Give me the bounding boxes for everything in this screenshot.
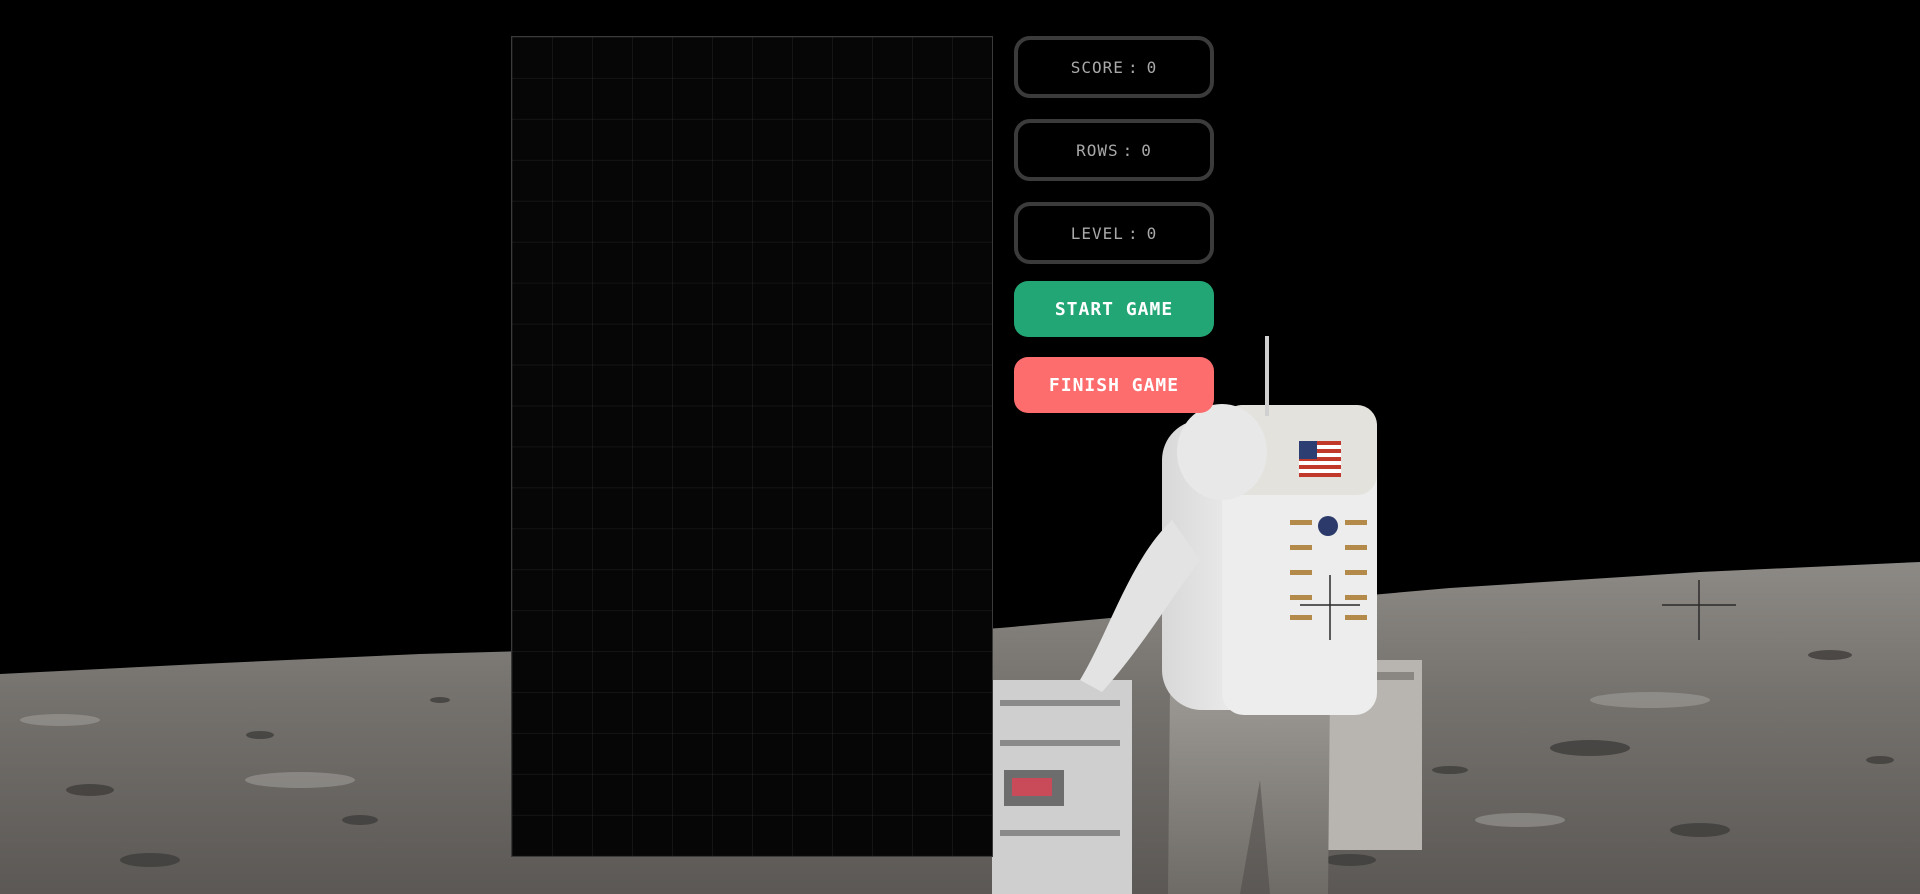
rows-box: ROWS : 0 xyxy=(1014,119,1214,181)
game-board[interactable] xyxy=(511,36,993,857)
score-box: SCORE : 0 xyxy=(1014,36,1214,98)
start-game-button[interactable]: START GAME xyxy=(1014,281,1214,337)
rows-label: ROWS xyxy=(1076,140,1119,160)
level-value: 0 xyxy=(1146,223,1158,243)
rows-value: 0 xyxy=(1141,140,1152,160)
score-value: 0 xyxy=(1146,57,1158,77)
level-label: LEVEL xyxy=(1070,223,1124,243)
score-separator: : xyxy=(1127,57,1139,77)
level-separator: : xyxy=(1127,223,1139,243)
level-box: LEVEL : 0 xyxy=(1014,202,1214,264)
rows-separator: : xyxy=(1122,140,1134,160)
side-panel: SCORE : 0 ROWS : 0 LEVEL : 0 START GAME … xyxy=(1014,36,1214,413)
finish-game-button[interactable]: FINISH GAME xyxy=(1014,357,1214,413)
score-label: SCORE xyxy=(1070,57,1124,77)
